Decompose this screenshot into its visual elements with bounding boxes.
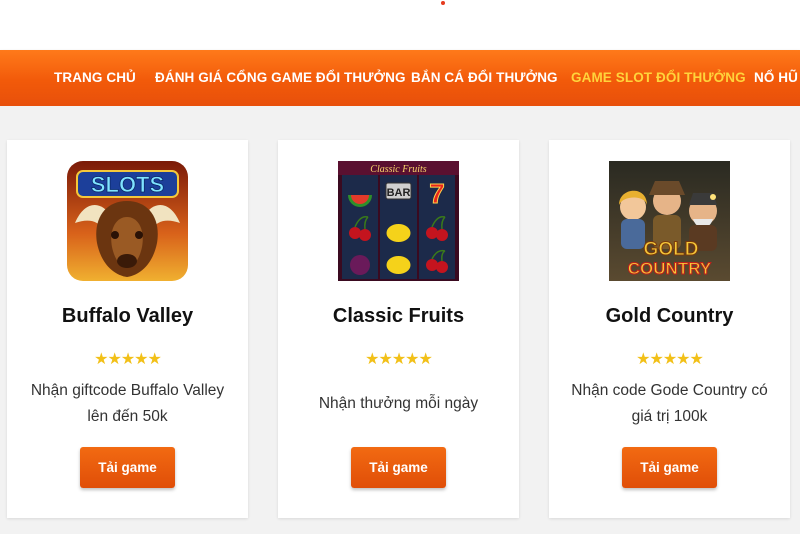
- slots-logo-text: SLOTS: [91, 172, 164, 197]
- rating-stars: ★★★★★: [636, 351, 704, 368]
- download-game-button[interactable]: Tải game: [622, 447, 717, 488]
- top-header: [0, 0, 800, 50]
- game-card-classic-fruits: Classic Fruits BAR 7 Classic Fruits ★★★★…: [278, 140, 519, 518]
- header-dot: [441, 1, 445, 5]
- main-navigation: TRANG CHỦ ĐÁNH GIÁ CỔNG GAME ĐỔI THƯỞNG …: [0, 50, 800, 106]
- rating-stars: ★★★★★: [94, 351, 162, 368]
- gold-logo-text: GOLD: [644, 239, 699, 260]
- game-description: Nhận giftcode Buffalo Valley lên đến 50k: [30, 382, 225, 425]
- fruit-slot-reels-icon[interactable]: Classic Fruits BAR 7: [338, 161, 459, 281]
- download-game-button[interactable]: Tải game: [351, 447, 446, 488]
- svg-text:7: 7: [429, 178, 445, 209]
- gold-country-miners-icon[interactable]: GOLD COUNTRY: [609, 161, 730, 281]
- game-description: Nhận thưởng mỗi ngày: [318, 395, 479, 412]
- nav-item-ban-ca[interactable]: BẮN CÁ ĐỔI THƯỞNG: [411, 50, 558, 106]
- game-title[interactable]: Classic Fruits: [278, 305, 519, 328]
- nav-item-no-hu[interactable]: NỔ HŨ: [754, 50, 798, 106]
- classic-fruits-image: Classic Fruits BAR 7: [338, 161, 459, 281]
- rating-stars: ★★★★★: [365, 351, 433, 368]
- game-list: SLOTS Buffalo Valley ★★★★★ Nhận giftcode…: [0, 106, 800, 534]
- game-card-gold-country: GOLD COUNTRY Gold Country ★★★★★ Nhận cod…: [549, 140, 790, 518]
- buffalo-slots-image: SLOTS: [67, 161, 188, 281]
- nav-item-trang-chu[interactable]: TRANG CHỦ: [54, 50, 136, 106]
- game-title[interactable]: Buffalo Valley: [7, 305, 248, 328]
- download-game-button[interactable]: Tải game: [80, 447, 175, 488]
- nav-item-game-slot[interactable]: GAME SLOT ĐỔI THƯỞNG: [571, 50, 746, 106]
- classic-fruits-logo-text: Classic Fruits: [370, 164, 427, 175]
- nav-item-danh-gia-cong-game[interactable]: ĐÁNH GIÁ CỔNG GAME ĐỔI THƯỞNG: [155, 50, 406, 106]
- game-description: Nhận code Gode Country có giá trị 100k: [571, 382, 768, 425]
- buffalo-slots-icon[interactable]: SLOTS: [67, 161, 188, 281]
- country-logo-text: COUNTRY: [628, 259, 712, 278]
- bar-symbol-text: BAR: [387, 187, 411, 199]
- game-title[interactable]: Gold Country: [549, 305, 790, 328]
- gold-country-image: GOLD COUNTRY: [609, 161, 730, 281]
- game-card-buffalo-valley: SLOTS Buffalo Valley ★★★★★ Nhận giftcode…: [7, 140, 248, 518]
